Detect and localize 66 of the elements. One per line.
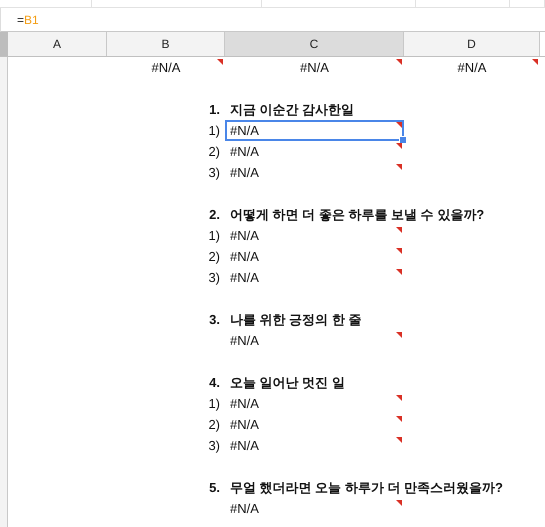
error-indicator-icon	[396, 227, 402, 233]
spreadsheet-cell[interactable]: #N/A	[225, 330, 404, 351]
item-number: 1)	[208, 228, 220, 243]
section-title: 오늘 일어난 멋진 일	[230, 374, 345, 392]
column-header[interactable]: D	[404, 32, 540, 56]
item-number: 3)	[208, 438, 220, 453]
error-value: #N/A	[230, 417, 259, 432]
item-number: 1)	[208, 396, 220, 411]
section-title: 지금 이순간 감사한일	[230, 100, 354, 118]
error-value: #N/A	[230, 396, 259, 411]
error-value: #N/A	[230, 165, 259, 180]
spreadsheet-cell[interactable]: #N/A	[225, 162, 404, 183]
column-header[interactable]: C	[225, 32, 404, 56]
item-number: 3)	[208, 270, 220, 285]
section-number: 5.	[209, 480, 220, 495]
section-title: 무얼 했더라면 오늘 하루가 더 만족스러웠을까?	[230, 478, 503, 496]
error-indicator-icon	[396, 59, 402, 65]
spreadsheet-cell[interactable]: #N/A	[225, 120, 404, 141]
column-header[interactable]: B	[107, 32, 225, 56]
error-indicator-icon	[396, 395, 402, 401]
section-number: 1.	[209, 102, 220, 117]
row-header[interactable]	[0, 57, 8, 78]
spreadsheet-cell[interactable]: #N/A	[225, 246, 404, 267]
select-all-corner[interactable]	[0, 32, 8, 56]
item-number: 2)	[208, 417, 220, 432]
error-value: #N/A	[230, 144, 259, 159]
error-indicator-icon	[217, 59, 223, 65]
item-number: 1)	[208, 123, 220, 138]
spreadsheet-cell[interactable]: #N/A	[225, 393, 404, 414]
error-indicator-icon	[532, 59, 538, 65]
error-indicator-icon	[396, 143, 402, 149]
error-value: #N/A	[230, 123, 259, 138]
error-value: #N/A	[230, 249, 259, 264]
formula-text[interactable]: =B1	[9, 12, 39, 26]
error-value: #N/A	[230, 501, 259, 516]
fill-handle[interactable]	[399, 136, 407, 144]
item-number: 2)	[208, 249, 220, 264]
error-indicator-icon	[396, 269, 402, 275]
column-header[interactable]: A	[8, 32, 107, 56]
spreadsheet-cell[interactable]: #N/A	[225, 498, 404, 519]
section-number: 3.	[209, 312, 220, 327]
error-value: #N/A	[152, 60, 180, 75]
error-indicator-icon	[396, 122, 402, 128]
error-value: #N/A	[230, 270, 259, 285]
spreadsheet-cell[interactable]: #N/A	[225, 414, 404, 435]
error-indicator-icon	[396, 416, 402, 422]
spreadsheet-cell[interactable]: #N/A	[225, 225, 404, 246]
spreadsheet-cell[interactable]: #N/A	[225, 267, 404, 288]
error-value: #N/A	[458, 60, 486, 75]
error-indicator-icon	[396, 164, 402, 170]
section-title: 나를 위한 긍정의 한 줄	[230, 310, 362, 328]
error-indicator-icon	[396, 437, 402, 443]
error-indicator-icon	[396, 332, 402, 338]
error-value: #N/A	[230, 228, 259, 243]
item-number: 3)	[208, 165, 220, 180]
section-number: 4.	[209, 375, 220, 390]
item-number: 2)	[208, 144, 220, 159]
section-title: 어떻게 하면 더 좋은 하루를 보낼 수 있을까?	[230, 206, 484, 224]
spreadsheet-cell[interactable]: #N/A	[225, 141, 404, 162]
error-indicator-icon	[396, 248, 402, 254]
error-indicator-icon	[396, 500, 402, 506]
error-value: #N/A	[230, 333, 259, 348]
error-value: #N/A	[230, 438, 259, 453]
section-number: 2.	[209, 207, 220, 222]
error-value: #N/A	[300, 60, 329, 75]
spreadsheet-cell[interactable]: #N/A	[225, 435, 404, 456]
